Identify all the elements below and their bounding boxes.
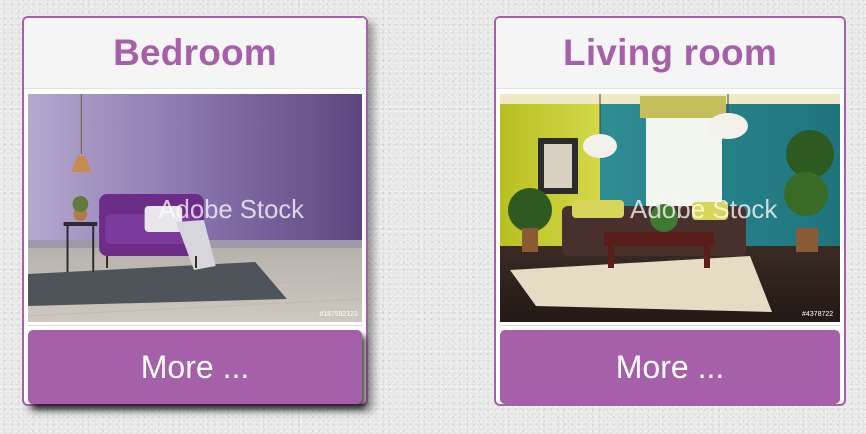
living-room-photo: Adobe Stock #4378722 — [500, 94, 840, 322]
room-card-bedroom: Bedroom Adobe Stock #187592123 More ... — [22, 16, 368, 406]
room-card-living-room: Living room Adobe Stock #4378722 More ..… — [494, 16, 846, 406]
card-title: Living room — [563, 32, 777, 73]
more-button-living-room[interactable]: More ... — [500, 330, 840, 404]
stock-id-label: #4378722 — [802, 311, 833, 318]
card-divider — [500, 325, 840, 326]
stock-id-label: #187592123 — [320, 311, 358, 318]
more-button-bedroom[interactable]: More ... — [28, 330, 362, 404]
card-divider — [28, 325, 362, 326]
card-title: Bedroom — [113, 32, 277, 73]
card-header: Living room — [496, 18, 844, 89]
image-watermark: Adobe Stock — [630, 194, 778, 224]
card-header: Bedroom — [24, 18, 366, 89]
image-watermark: Adobe Stock — [158, 196, 304, 224]
bedroom-photo: Adobe Stock #187592123 — [28, 94, 362, 322]
